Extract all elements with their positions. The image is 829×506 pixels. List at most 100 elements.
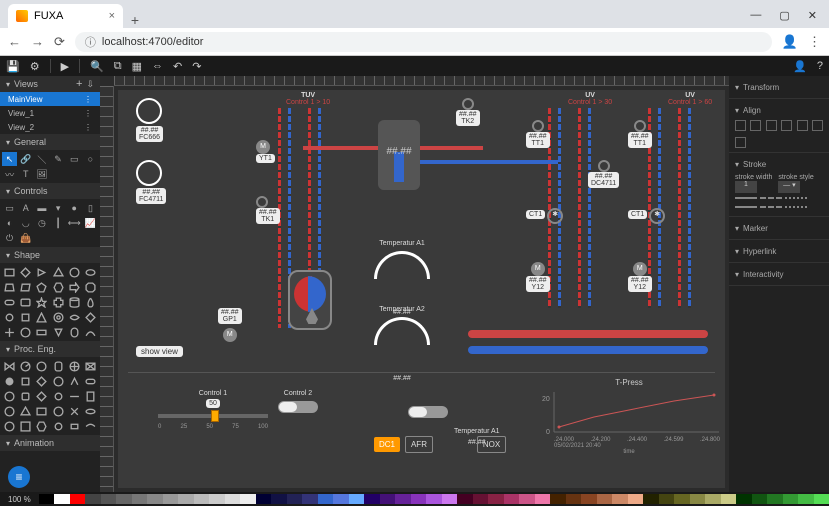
shape-hex[interactable] — [51, 280, 66, 294]
color-swatch[interactable] — [705, 494, 721, 504]
sensor-dc4711[interactable]: ##.##DC4711 — [588, 160, 619, 188]
dash-dotted[interactable] — [785, 197, 807, 203]
color-swatch[interactable] — [767, 494, 783, 504]
tank[interactable]: ##.## — [378, 120, 420, 190]
shape-round[interactable] — [18, 295, 33, 309]
preview-button[interactable]: ⧉ — [114, 60, 122, 73]
shape-star[interactable] — [34, 295, 49, 309]
color-swatch[interactable] — [581, 494, 597, 504]
zoom-level[interactable]: 100 % — [0, 495, 39, 504]
ctrl-led[interactable]: ● — [67, 201, 82, 215]
stroke-width-input[interactable]: 1 — [735, 181, 757, 193]
shape-penta[interactable] — [34, 280, 49, 294]
color-swatch[interactable] — [116, 494, 132, 504]
fan-ct1[interactable]: CT1 ✱ — [526, 208, 563, 224]
dash-solid[interactable] — [735, 197, 757, 203]
color-swatch[interactable] — [194, 494, 210, 504]
grid-button[interactable]: ▦ — [132, 60, 142, 73]
align-right[interactable] — [766, 120, 777, 131]
shape-oct[interactable] — [83, 280, 98, 294]
color-swatch[interactable] — [674, 494, 690, 504]
control2-toggle[interactable]: Control 2 OFF — [278, 390, 318, 413]
close-icon[interactable]: × — [109, 10, 115, 22]
drop-tank[interactable] — [288, 270, 332, 330]
color-swatch[interactable] — [101, 494, 117, 504]
settings-button[interactable]: ⚙ — [30, 60, 40, 73]
align-left[interactable] — [735, 120, 746, 131]
tool-path[interactable]: 〰 — [2, 167, 17, 181]
shape-trap[interactable] — [2, 280, 17, 294]
shape-cyl[interactable] — [67, 295, 82, 309]
color-swatch[interactable] — [550, 494, 566, 504]
color-swatch[interactable] — [364, 494, 380, 504]
color-swatch[interactable] — [163, 494, 179, 504]
gauge-a1[interactable]: Temperatur A1 ##.## — [374, 240, 430, 316]
color-swatch[interactable] — [209, 494, 225, 504]
pe-valve[interactable] — [2, 359, 17, 373]
color-swatch[interactable] — [85, 494, 101, 504]
help-button[interactable]: ? — [817, 60, 823, 72]
ctrl-semi[interactable]: ◡ — [18, 216, 33, 230]
fab-menu[interactable]: ≡ — [8, 466, 30, 488]
sensor-tt1[interactable]: ##.##TT1 — [526, 120, 550, 148]
color-swatch[interactable] — [132, 494, 148, 504]
view-item-mainview[interactable]: MainView⋮ — [0, 92, 100, 106]
view-item-2[interactable]: View_2⋮ — [0, 120, 100, 134]
indicator-fc4711[interactable]: ##.##FC4711 — [136, 160, 166, 204]
controls-header[interactable]: ▾Controls — [0, 183, 100, 199]
pe-heat[interactable] — [83, 359, 98, 373]
ctrl-clock[interactable]: ◷ — [34, 216, 49, 230]
proceng-header[interactable]: ▾Proc. Eng. — [0, 341, 100, 357]
general-header[interactable]: ▾General — [0, 134, 100, 150]
interactivity-header[interactable]: ▾Interactivity — [735, 267, 823, 281]
color-swatch[interactable] — [225, 494, 241, 504]
tool-image[interactable]: 🖼 — [34, 167, 49, 181]
marker-header[interactable]: ▾Marker — [735, 221, 823, 235]
ctrl-output[interactable]: A — [18, 201, 33, 215]
color-swatch[interactable] — [457, 494, 473, 504]
browser-tab[interactable]: FUXA × — [8, 4, 123, 28]
align-bottom[interactable] — [812, 120, 823, 131]
forward-button[interactable]: → — [31, 34, 44, 49]
zoom-button[interactable]: 🔍 — [90, 60, 104, 73]
stroke-style-select[interactable]: — ▾ — [778, 181, 800, 193]
tool-line[interactable]: ＼ — [34, 152, 49, 166]
color-swatch[interactable] — [659, 494, 675, 504]
motor-y12b[interactable]: M##.##Y12 — [628, 262, 652, 292]
motor-y12[interactable]: M##.##Y12 — [526, 262, 550, 292]
off-toggle[interactable]: OFF — [408, 406, 448, 418]
url-input[interactable]: ⓘ localhost:4700/editor — [75, 32, 772, 52]
color-swatch[interactable] — [426, 494, 442, 504]
save-button[interactable]: 💾 — [6, 60, 20, 73]
view-item-1[interactable]: View_1⋮ — [0, 106, 100, 120]
ctrl-button[interactable]: ▬ — [34, 201, 49, 215]
back-button[interactable]: ← — [8, 34, 21, 49]
ctrl-input[interactable]: ▭ — [2, 201, 17, 215]
color-swatch[interactable] — [612, 494, 628, 504]
motor-yt1[interactable]: M YT1 — [256, 140, 275, 163]
sensor-tk1[interactable]: ##.##TK1 — [256, 196, 280, 224]
ctrl-chart[interactable]: 📈 — [83, 216, 98, 230]
play-button[interactable]: ▶ — [61, 60, 69, 73]
import-view-button[interactable]: ⇩ — [86, 79, 94, 90]
ctrl-progress[interactable]: ▯ — [83, 201, 98, 215]
color-swatch[interactable] — [566, 494, 582, 504]
color-swatch[interactable] — [395, 494, 411, 504]
transform-header[interactable]: ▾Transform — [735, 80, 823, 94]
align-button[interactable]: ⇔ — [152, 60, 163, 72]
tpress-chart[interactable]: T-Press 20 0 .24.000.24.200.24.400.24.59… — [534, 378, 724, 458]
ctrl-select[interactable]: ▾ — [51, 201, 66, 215]
color-swatch[interactable] — [302, 494, 318, 504]
color-swatch[interactable] — [814, 494, 829, 504]
ctrl-bag[interactable]: 👜 — [18, 231, 33, 245]
color-swatch[interactable] — [318, 494, 334, 504]
shape-circle[interactable] — [67, 265, 82, 279]
pe-tank[interactable] — [51, 359, 66, 373]
show-view-button[interactable]: show view — [136, 346, 183, 357]
color-swatch[interactable] — [721, 494, 737, 504]
color-swatch[interactable] — [70, 494, 86, 504]
color-swatch[interactable] — [380, 494, 396, 504]
color-swatch[interactable] — [736, 494, 752, 504]
view-menu-icon[interactable]: ⋮ — [84, 109, 92, 118]
shape-triangle[interactable] — [34, 265, 49, 279]
